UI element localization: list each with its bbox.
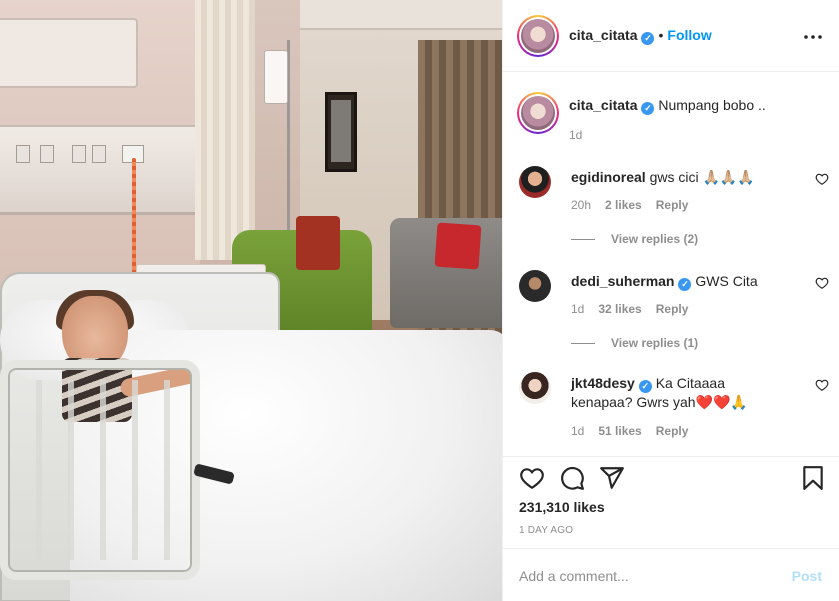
view-replies-label: View replies (2) [611,232,699,246]
comment-like-heart-icon[interactable] [815,172,829,186]
comment-icon[interactable] [559,465,585,491]
verified-badge-icon: ✓ [678,278,692,291]
caption-author-avatar[interactable] [517,92,559,134]
photo-red-pillow [434,222,482,270]
commenter-username[interactable]: jkt48desy [571,375,635,391]
commenter-username[interactable]: egidinoreal [571,169,646,185]
photo-outlet [40,145,54,163]
post-photo[interactable] [0,0,502,601]
photo-outlet [92,145,106,163]
comment-likes[interactable]: 51 likes [598,424,641,438]
comment-age[interactable]: 20h [571,198,591,212]
view-replies-button[interactable]: View replies (1) [571,336,698,350]
comment-body: jkt48desy ✓ Ka Citaaaa kenapaa? Gwrs yah❤… [571,374,771,411]
photo-iv-bag [264,50,288,104]
reply-button[interactable]: Reply [656,198,689,212]
paper-plane-icon[interactable] [599,465,625,491]
caption-text: Numpang bobo .. [658,97,766,113]
post-header: cita_citata ✓ • Follow [503,0,839,72]
comment-likes[interactable]: 32 likes [598,302,641,316]
author-username[interactable]: cita_citata [569,27,637,43]
reply-button[interactable]: Reply [656,424,689,438]
post-sidebar: cita_citata ✓ • Follow cita_citata ✓ Numpang… [502,0,839,601]
comment-likes[interactable]: 2 likes [605,198,642,212]
reply-button[interactable]: Reply [656,302,689,316]
comment-body: dedi_suherman ✓ GWS Cita [571,272,791,291]
verified-badge-icon: ✓ [638,380,652,393]
comment-age[interactable]: 1d [571,424,584,438]
commenter-username[interactable]: dedi_suherman [571,273,674,289]
comment-item: egidinoreal gws cici 🙏🏼🙏🏼🙏🏼 20h 2 likes Re… [519,166,829,256]
bookmark-icon[interactable] [800,465,826,491]
photo-outlet [16,145,30,163]
commenter-avatar[interactable] [519,372,551,404]
author-avatar[interactable] [517,15,559,57]
comment-item: jkt48desy ✓ Ka Citaaaa kenapaa? Gwrs yah❤… [519,372,829,442]
verified-badge-icon: ✓ [641,32,655,45]
comment-meta: 20h 2 likes Reply [571,198,702,212]
comment-meta: 1d 51 likes Reply [571,424,702,438]
more-options-icon[interactable] [804,28,822,39]
comment-like-heart-icon[interactable] [815,378,829,392]
comment-text: gws cici 🙏🏼🙏🏼🙏🏼 [649,169,755,185]
header-title-row: cita_citata ✓ • Follow [569,27,712,45]
comment-like-heart-icon[interactable] [815,276,829,290]
caption-age[interactable]: 1d [569,128,582,142]
photo-ceiling [300,0,502,30]
likes-count[interactable]: 231,310 likes [519,499,605,515]
photo-bed-headwall [0,125,210,215]
photo-outlet [72,145,86,163]
comment-input[interactable]: Add a comment... [519,568,629,584]
comment-text: GWS Cita [695,273,758,289]
comment-item: dedi_suherman ✓ GWS Cita 1d 32 likes Reply … [519,270,829,360]
photo-bed-rail [0,360,200,580]
post-timestamp[interactable]: 1 DAY AGO [519,525,573,536]
comment-body: egidinoreal gws cici 🙏🏼🙏🏼🙏🏼 [571,168,791,186]
photo-wall-art [331,100,351,162]
comment-age[interactable]: 1d [571,302,584,316]
view-replies-label: View replies (1) [611,336,699,350]
heart-icon[interactable] [519,465,545,491]
verified-badge-icon: ✓ [641,102,655,115]
photo-handbag [296,216,340,270]
photo-light-fixture [0,18,138,88]
caption-username[interactable]: cita_citata [569,97,637,113]
follow-button[interactable]: Follow [667,27,711,43]
photo-curtain [195,0,255,260]
header-separator: • [658,27,664,43]
view-replies-button[interactable]: View replies (2) [571,232,698,246]
commenter-avatar[interactable] [519,270,551,302]
commenter-avatar[interactable] [519,166,551,198]
comment-meta: 1d 32 likes Reply [571,302,702,316]
post-comment-button[interactable]: Post [792,568,822,584]
caption: cita_citata ✓ Numpang bobo .. [569,97,829,115]
add-comment-bar: Add a comment... Post [503,548,839,601]
